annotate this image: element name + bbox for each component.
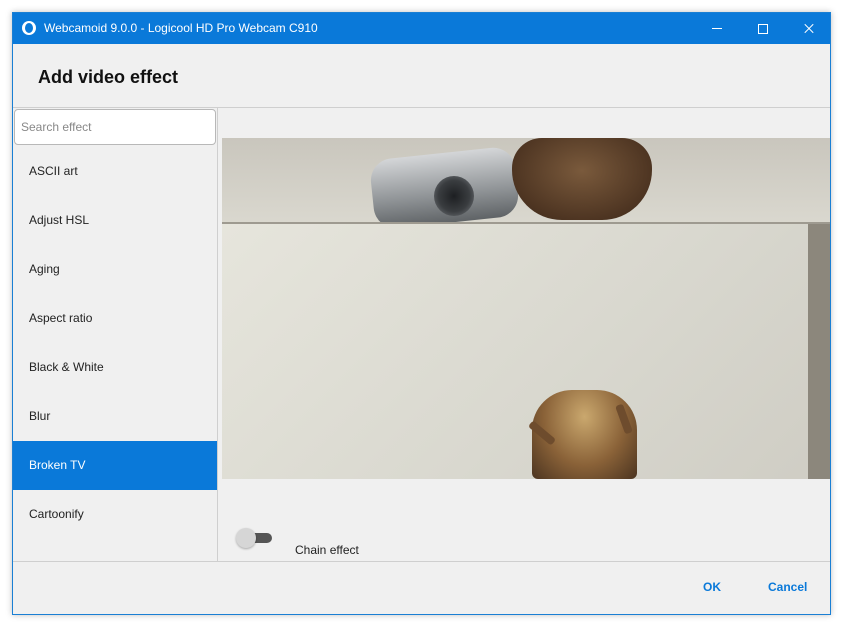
- cancel-button[interactable]: Cancel: [768, 580, 807, 595]
- chain-effect-toggle[interactable]: [236, 528, 274, 548]
- effect-preview-image: [222, 138, 830, 479]
- dialog-footer: OK Cancel: [13, 561, 830, 615]
- window-title: Webcamoid 9.0.0 - Logicool HD Pro Webcam…: [44, 21, 318, 35]
- close-icon: [803, 23, 815, 35]
- toggle-thumb: [236, 528, 256, 548]
- dialog-header: Add video effect: [13, 44, 830, 108]
- effect-item-blur[interactable]: Blur: [13, 392, 217, 441]
- effect-item-cartoonify[interactable]: Cartoonify: [13, 490, 217, 539]
- close-button[interactable]: [786, 13, 832, 44]
- effects-list: ASCII art Adjust HSL Aging Aspect ratio …: [13, 147, 217, 539]
- search-effect-input[interactable]: [14, 109, 216, 145]
- webcamoid-app-icon: [22, 21, 36, 35]
- minimize-icon: [712, 28, 722, 29]
- preview-wooden-figure-top: [512, 138, 652, 220]
- effect-item-black-white[interactable]: Black & White: [13, 343, 217, 392]
- ok-button[interactable]: OK: [703, 580, 721, 595]
- preview-wall-main: [222, 224, 830, 479]
- title-bar[interactable]: Webcamoid 9.0.0 - Logicool HD Pro Webcam…: [13, 13, 830, 44]
- chain-effect-label: Chain effect: [295, 543, 359, 557]
- effect-item-aspect-ratio[interactable]: Aspect ratio: [13, 294, 217, 343]
- page-title: Add video effect: [38, 67, 179, 87]
- effect-item-aging[interactable]: Aging: [13, 245, 217, 294]
- effect-item-broken-tv[interactable]: Broken TV: [13, 441, 217, 490]
- minimize-button[interactable]: [694, 13, 740, 44]
- preview-webcam-lens: [434, 176, 474, 216]
- preview-wall-edge: [808, 224, 830, 479]
- effect-item-adjust-hsl[interactable]: Adjust HSL: [13, 196, 217, 245]
- effect-item-ascii-art[interactable]: ASCII art: [13, 147, 217, 196]
- effect-dialog-window: Webcamoid 9.0.0 - Logicool HD Pro Webcam…: [12, 12, 831, 615]
- effects-sidebar: ASCII art Adjust HSL Aging Aspect ratio …: [13, 108, 218, 561]
- maximize-button[interactable]: [740, 13, 786, 44]
- maximize-icon: [758, 23, 768, 34]
